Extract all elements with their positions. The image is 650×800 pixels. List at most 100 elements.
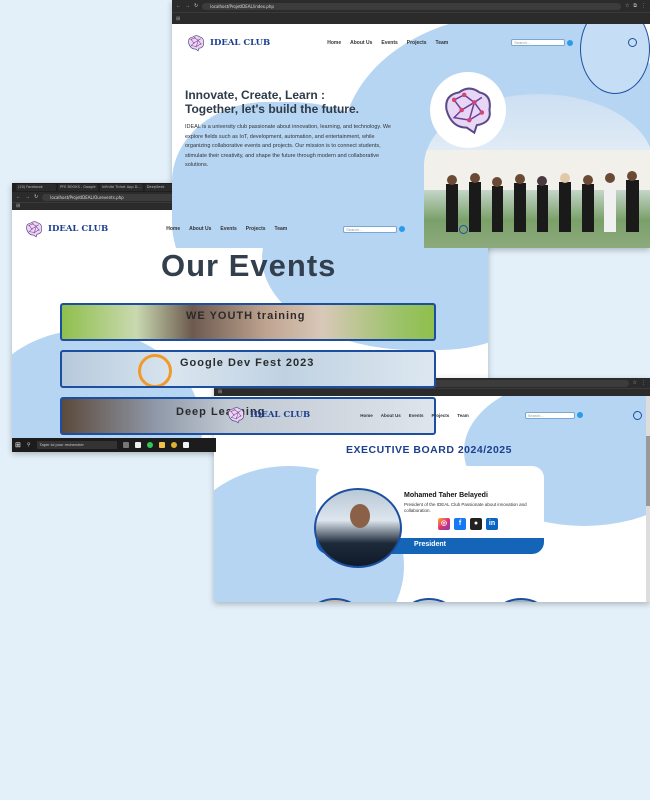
nav-links: Home About Us Events Projects Team	[327, 40, 448, 46]
browser-tab[interactable]: PFE BOOKS - Google	[58, 184, 98, 191]
hero-title: Innovate, Create, Learn : Together, let'…	[185, 88, 359, 116]
instagram-icon[interactable]: ◎	[438, 518, 450, 530]
president-avatar	[314, 488, 402, 568]
bookmarks-bar: ⊞	[214, 388, 650, 396]
extensions-icon[interactable]: ⧉	[633, 3, 637, 9]
brain-illustration	[430, 72, 506, 148]
nav-links: Home About Us Events Projects Team	[166, 226, 287, 232]
club-logo[interactable]: IDEAL CLUB	[24, 220, 108, 238]
store-icon[interactable]	[134, 442, 141, 448]
bookmarks-bar: ⊞	[172, 12, 650, 24]
president-description: President of the IDEAL Club Passionate a…	[404, 502, 536, 514]
nav-about[interactable]: About Us	[381, 413, 401, 418]
event-card[interactable]: Google Dev Fest 2023	[60, 350, 436, 388]
file-explorer-icon[interactable]	[158, 442, 165, 448]
windows-taskbar: ⊞ ⚲ Taper ici pour rechercher	[12, 438, 216, 452]
nav-team[interactable]: Team	[275, 226, 288, 232]
search-input[interactable]: Search...	[343, 225, 398, 233]
brand-name: IDEAL CLUB	[210, 37, 271, 48]
hero-text-line: solutions.	[185, 162, 209, 169]
search-group: Search...	[343, 225, 406, 233]
browser-window-team: ← → ↻ localhost/ProjetIDEAL/Projetteam.p…	[214, 378, 650, 602]
document-icon[interactable]	[182, 442, 189, 448]
member-avatar	[394, 598, 464, 602]
user-profile-icon[interactable]	[632, 410, 642, 420]
hero-description: IDEAL is a university club passionate ab…	[185, 123, 425, 171]
user-profile-icon[interactable]	[459, 224, 469, 234]
nav-home[interactable]: Home	[166, 226, 180, 232]
star-icon[interactable]: ☆	[625, 3, 629, 9]
brain-logo-icon	[26, 221, 42, 238]
nav-events[interactable]: Events	[220, 226, 236, 232]
event-title: Google Dev Fest 2023	[180, 357, 315, 369]
avatar-head	[350, 504, 370, 528]
reload-icon[interactable]: ↻	[194, 1, 198, 11]
event-card[interactable]: WE YOUTH training	[60, 303, 436, 341]
apps-icon[interactable]: ⊞	[176, 16, 180, 22]
nav-events[interactable]: Events	[409, 413, 424, 418]
menu-icon[interactable]: ⋮	[641, 3, 646, 9]
site-navbar: IDEAL CLUB Home About Us Events Projects…	[12, 210, 488, 240]
windows-start-icon[interactable]: ⊞	[15, 441, 21, 449]
browser-tab[interactable]: (20) Facebook	[16, 184, 56, 191]
member-avatar	[486, 598, 556, 602]
search-group: Search...	[524, 411, 583, 419]
reload-icon[interactable]: ↻	[34, 192, 38, 202]
site-navbar: IDEAL CLUB Home About Us Events Projects…	[172, 24, 650, 54]
site-navbar: IDEAL CLUB Home About Us Events Projects…	[214, 396, 650, 426]
facebook-icon[interactable]: f	[454, 518, 466, 530]
search-input[interactable]: Search...	[511, 39, 566, 46]
apps-icon[interactable]: ⊞	[16, 203, 20, 209]
whatsapp-icon[interactable]	[146, 442, 153, 448]
chrome-icon[interactable]	[170, 442, 177, 448]
user-profile-icon[interactable]	[628, 38, 638, 47]
url-field[interactable]: localhost/ProjetIDEAL/index.php	[202, 2, 621, 10]
apps-icon[interactable]: ⊞	[218, 389, 222, 395]
section-title: EXECUTIVE BOARD 2024/2025	[346, 444, 512, 456]
search-icon[interactable]	[576, 412, 583, 418]
search-icon[interactable]	[399, 226, 406, 232]
president-desc-line: collaboration.	[404, 508, 431, 513]
hero-title-line-2: Together, let's build the future.	[185, 102, 359, 116]
globe-graphic	[138, 354, 172, 386]
linkedin-icon[interactable]: in	[486, 518, 498, 530]
nav-projects[interactable]: Projects	[407, 40, 427, 46]
club-logo[interactable]: IDEAL CLUB	[186, 34, 270, 52]
nav-team[interactable]: Team	[457, 413, 468, 418]
nav-home[interactable]: Home	[360, 413, 373, 418]
hero-text-line: IDEAL is a university club passionate ab…	[185, 124, 391, 130]
nav-about[interactable]: About Us	[350, 40, 372, 46]
search-group: Search...	[511, 39, 574, 46]
address-bar: ← → ↻ localhost/ProjetIDEAL/index.php ☆ …	[172, 0, 650, 12]
search-input[interactable]: Search...	[524, 411, 575, 419]
menu-icon[interactable]: ⋮	[641, 380, 646, 386]
nav-about[interactable]: About Us	[189, 226, 211, 232]
brain-logo-icon	[188, 34, 204, 51]
hero-text-line: organizing collaborative events and proj…	[185, 143, 381, 150]
brand-name: IDEAL CLUB	[48, 224, 109, 234]
back-icon[interactable]: ←	[176, 1, 181, 11]
taskbar-search-input[interactable]: Taper ici pour rechercher	[36, 441, 117, 449]
club-logo[interactable]: IDEAL CLUB	[226, 406, 310, 424]
browser-tab[interactable]: Infinite Ticket App D...	[100, 184, 143, 191]
nav-home[interactable]: Home	[327, 40, 341, 46]
nav-projects[interactable]: Projects	[432, 413, 450, 418]
nav-links: Home About Us Events Projects Team	[360, 413, 468, 418]
forward-icon[interactable]: →	[25, 192, 30, 202]
scrollbar[interactable]	[646, 396, 650, 602]
back-icon[interactable]: ←	[16, 192, 21, 202]
hero-text-line: stimulate their creativity, and shape th…	[185, 152, 380, 159]
search-icon[interactable]: ⚲	[27, 442, 31, 448]
brand-name: IDEAL CLUB	[250, 410, 311, 420]
github-icon[interactable]: ●	[470, 518, 482, 530]
nav-events[interactable]: Events	[381, 40, 397, 46]
nav-team[interactable]: Team	[436, 40, 449, 46]
star-icon[interactable]: ☆	[633, 380, 637, 386]
brain-logo-icon	[228, 407, 244, 424]
brain-icon	[444, 87, 492, 134]
task-view-icon[interactable]	[122, 442, 129, 448]
nav-projects[interactable]: Projects	[246, 226, 266, 232]
scrollbar-thumb[interactable]	[646, 436, 650, 506]
forward-icon[interactable]: →	[185, 1, 190, 11]
search-icon[interactable]	[567, 39, 574, 46]
